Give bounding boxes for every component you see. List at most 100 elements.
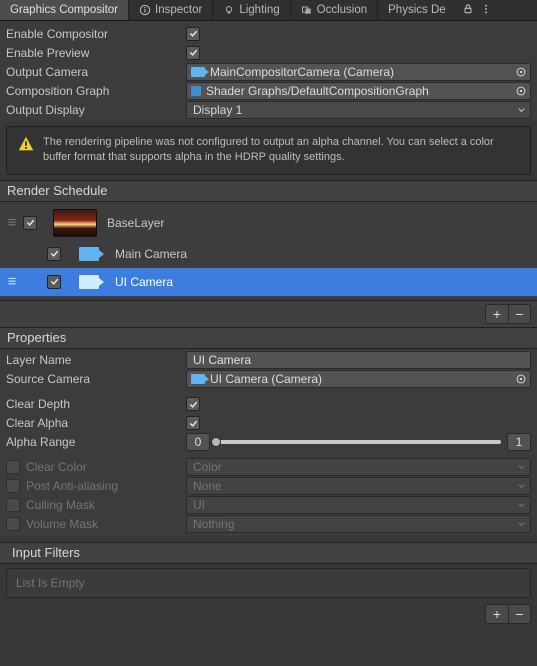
override-culling-mask[interactable] <box>6 498 20 512</box>
tab-strip: Graphics Compositor Inspector Lighting O… <box>0 0 537 21</box>
row-clear-depth: Clear Depth <box>0 395 537 414</box>
row-clear-color: Clear Color Color <box>0 458 537 477</box>
row-culling-mask: Culling Mask UI <box>0 496 537 515</box>
warning-icon <box>17 135 35 153</box>
checkbox-layer-ui-camera[interactable] <box>47 275 61 289</box>
input-filters-empty: List Is Empty <box>6 568 531 598</box>
tab-graphics-compositor[interactable]: Graphics Compositor <box>0 0 129 20</box>
row-output-display: Output Display Display 1 <box>0 100 537 119</box>
tab-actions <box>456 3 498 18</box>
label-clear-depth: Clear Depth <box>6 397 186 411</box>
camera-icon <box>191 374 205 384</box>
label-post-aa: Post Anti-aliasing <box>26 479 118 493</box>
section-properties-title: Properties <box>7 330 66 345</box>
dropdown-post-aa: None <box>186 477 531 495</box>
dropdown-clear-color: Color <box>186 458 531 476</box>
field-output-camera[interactable]: MainCompositorCamera (Camera) <box>186 63 531 81</box>
object-picker-icon[interactable] <box>515 85 527 97</box>
layer-ui-camera[interactable]: UI Camera <box>0 268 537 296</box>
tab-label: Inspector <box>155 4 202 16</box>
field-output-camera-value: MainCompositorCamera (Camera) <box>210 65 394 79</box>
input-filters-empty-text: List Is Empty <box>16 576 85 590</box>
row-post-aa: Post Anti-aliasing None <box>0 477 537 496</box>
checkbox-layer-base[interactable] <box>23 216 37 230</box>
chevron-down-icon <box>517 482 526 491</box>
label-output-camera: Output Camera <box>6 65 186 79</box>
checkbox-layer-main-camera[interactable] <box>47 247 61 261</box>
dropdown-volume-mask: Nothing <box>186 515 531 533</box>
input-filters-add-button[interactable]: + <box>486 605 508 623</box>
row-alpha-range: Alpha Range 0 1 <box>0 433 537 452</box>
dropdown-culling-mask-value: UI <box>193 498 205 512</box>
label-output-display: Output Display <box>6 103 186 117</box>
field-composition-graph[interactable]: Shader Graphs/DefaultCompositionGraph <box>186 82 531 100</box>
section-input-filters: Input Filters <box>0 542 537 564</box>
chevron-down-icon <box>517 501 526 510</box>
tab-physics-debug[interactable]: Physics De <box>378 0 456 20</box>
compositor-settings: Enable Compositor Enable Preview Output … <box>0 21 537 121</box>
camera-icon <box>79 275 99 289</box>
checkbox-enable-preview[interactable] <box>186 46 200 60</box>
label-layer-name: Layer Name <box>6 353 186 367</box>
checkbox-clear-alpha[interactable] <box>186 416 200 430</box>
layers-footer: + − <box>0 300 537 327</box>
layer-ui-camera-label: UI Camera <box>115 275 173 289</box>
layers-add-button[interactable]: + <box>486 305 508 323</box>
input-filters-remove-button[interactable]: − <box>508 605 530 623</box>
alpha-warning-text: The rendering pipeline was not configure… <box>43 135 520 166</box>
checkbox-clear-depth[interactable] <box>186 397 200 411</box>
section-properties: Properties <box>0 327 537 349</box>
section-render-schedule: Render Schedule <box>0 180 537 202</box>
lightbulb-icon <box>223 4 235 16</box>
row-output-camera: Output Camera MainCompositorCamera (Came… <box>0 62 537 81</box>
field-source-camera[interactable]: UI Camera (Camera) <box>186 370 531 388</box>
lock-icon[interactable] <box>462 3 474 18</box>
label-source-camera: Source Camera <box>6 372 186 386</box>
dropdown-output-display-value: Display 1 <box>193 103 242 117</box>
alpha-warning: The rendering pipeline was not configure… <box>6 126 531 175</box>
occlusion-icon <box>301 4 313 16</box>
tab-label: Occlusion <box>317 4 368 16</box>
layer-main-camera[interactable]: Main Camera <box>0 240 537 268</box>
input-layer-name[interactable] <box>186 351 531 369</box>
label-culling-mask: Culling Mask <box>26 498 95 512</box>
layer-base[interactable]: BaseLayer <box>0 206 537 240</box>
properties-panel: Layer Name Source Camera UI Camera (Came… <box>0 349 537 536</box>
drag-handle-icon[interactable] <box>6 276 17 287</box>
row-clear-alpha: Clear Alpha <box>0 414 537 433</box>
chevron-down-icon <box>517 520 526 529</box>
dropdown-post-aa-value: None <box>193 479 222 493</box>
alpha-range-min[interactable]: 0 <box>186 433 210 451</box>
label-clear-alpha: Clear Alpha <box>6 416 186 430</box>
chevron-down-icon <box>517 105 526 114</box>
label-volume-mask: Volume Mask <box>26 517 98 531</box>
object-picker-icon[interactable] <box>515 66 527 78</box>
tab-occlusion[interactable]: Occlusion <box>291 0 379 20</box>
chevron-down-icon <box>517 463 526 472</box>
row-volume-mask: Volume Mask Nothing <box>0 515 537 534</box>
layers-add-remove: + − <box>485 304 531 324</box>
slider-handle-icon[interactable] <box>211 437 221 447</box>
input-filters-add-remove: + − <box>485 604 531 624</box>
dropdown-output-display[interactable]: Display 1 <box>186 101 531 119</box>
drag-handle-icon[interactable] <box>6 217 17 228</box>
layers-list: BaseLayer Main Camera UI Camera <box>0 202 537 300</box>
alpha-range-slider[interactable] <box>216 440 501 444</box>
label-composition-graph: Composition Graph <box>6 84 186 98</box>
shader-icon <box>191 86 201 96</box>
tab-inspector[interactable]: Inspector <box>129 0 213 20</box>
label-enable-compositor: Enable Compositor <box>6 27 186 41</box>
checkbox-enable-compositor[interactable] <box>186 27 200 41</box>
override-post-aa[interactable] <box>6 479 20 493</box>
field-composition-graph-value: Shader Graphs/DefaultCompositionGraph <box>206 84 429 98</box>
input-filters-footer: + − <box>0 601 537 627</box>
layers-remove-button[interactable]: − <box>508 305 530 323</box>
override-clear-color[interactable] <box>6 460 20 474</box>
override-volume-mask[interactable] <box>6 517 20 531</box>
tab-lighting[interactable]: Lighting <box>213 0 290 20</box>
row-composition-graph: Composition Graph Shader Graphs/DefaultC… <box>0 81 537 100</box>
object-picker-icon[interactable] <box>515 373 527 385</box>
row-enable-preview: Enable Preview <box>0 43 537 62</box>
kebab-menu-icon[interactable] <box>480 3 492 18</box>
alpha-range-max[interactable]: 1 <box>507 433 531 451</box>
